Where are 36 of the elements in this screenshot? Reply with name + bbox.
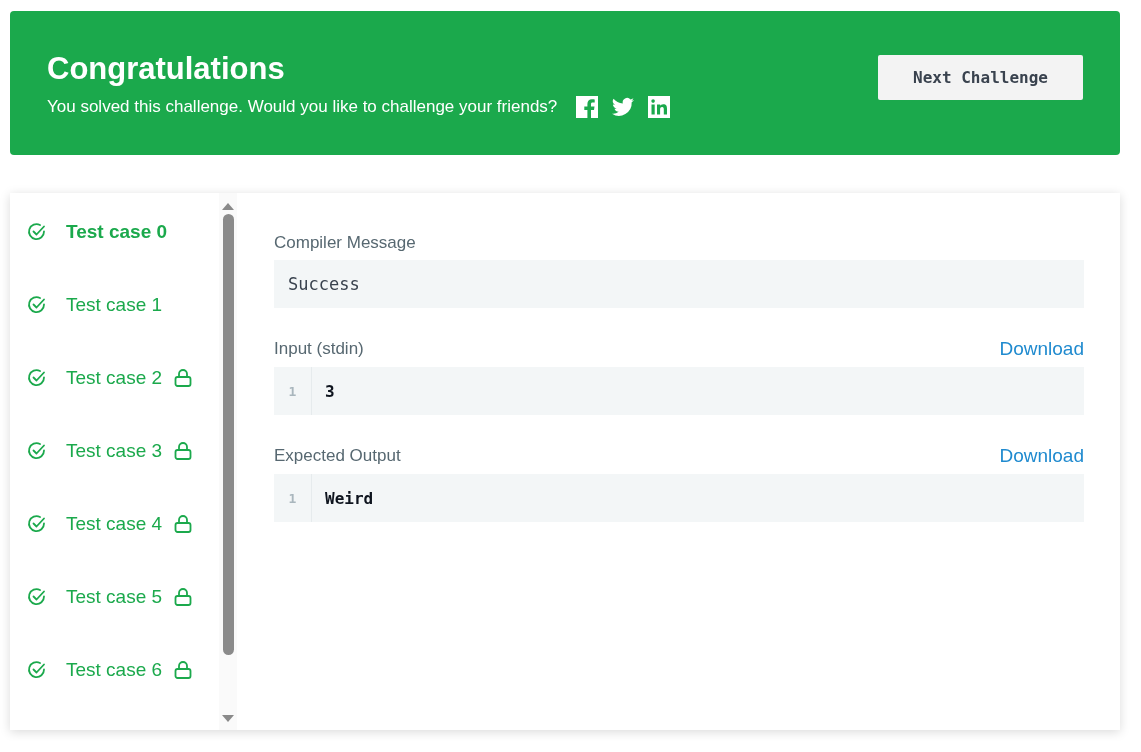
lock-icon — [174, 440, 193, 461]
test-case-tab[interactable]: Test case 5 — [10, 583, 193, 610]
section-label: Input (stdin) — [274, 339, 364, 359]
check-circle-icon — [27, 586, 47, 607]
banner-message: You solved this challenge. Would you like to challenge your friends? — [47, 97, 558, 117]
compiler-message: Success — [274, 260, 1084, 308]
section-label: Compiler Message — [274, 233, 416, 253]
check-circle-icon — [27, 440, 47, 461]
check-circle-icon — [27, 513, 47, 534]
bird-icon[interactable] — [611, 95, 636, 119]
linkedin-icon[interactable] — [647, 95, 672, 119]
line-number: 1 — [274, 474, 312, 522]
test-case-tab[interactable]: Test case 4 — [10, 510, 193, 537]
line-number: 1 — [274, 367, 312, 415]
test-case-tab[interactable]: Test case 2 — [10, 364, 193, 391]
code-text: 3 — [324, 381, 335, 401]
lock-icon — [174, 586, 193, 607]
check-circle-icon — [27, 294, 47, 315]
download-link[interactable]: Download — [999, 445, 1084, 467]
lock-icon — [174, 659, 193, 680]
scrollbar[interactable] — [219, 193, 237, 730]
test-case-tab[interactable]: Test case 6 — [10, 656, 193, 683]
facebook-icon[interactable] — [575, 95, 600, 119]
next-challenge-button[interactable]: Next Challenge — [878, 54, 1083, 100]
code-text: Weird — [324, 488, 374, 508]
banner-title: Congratulations — [47, 51, 286, 87]
section-label: Expected Output — [274, 446, 401, 466]
lock-icon — [174, 367, 193, 388]
test-case-tab[interactable]: Test case 1 — [10, 291, 163, 318]
check-circle-icon — [27, 367, 47, 388]
lock-icon — [174, 513, 193, 534]
check-circle-icon — [27, 659, 47, 680]
check-circle-icon — [27, 221, 47, 242]
download-link[interactable]: Download — [999, 338, 1084, 360]
test-case-tab[interactable]: Test case 3 — [10, 437, 193, 464]
test-case-tab[interactable]: Test case 0 — [10, 218, 168, 245]
